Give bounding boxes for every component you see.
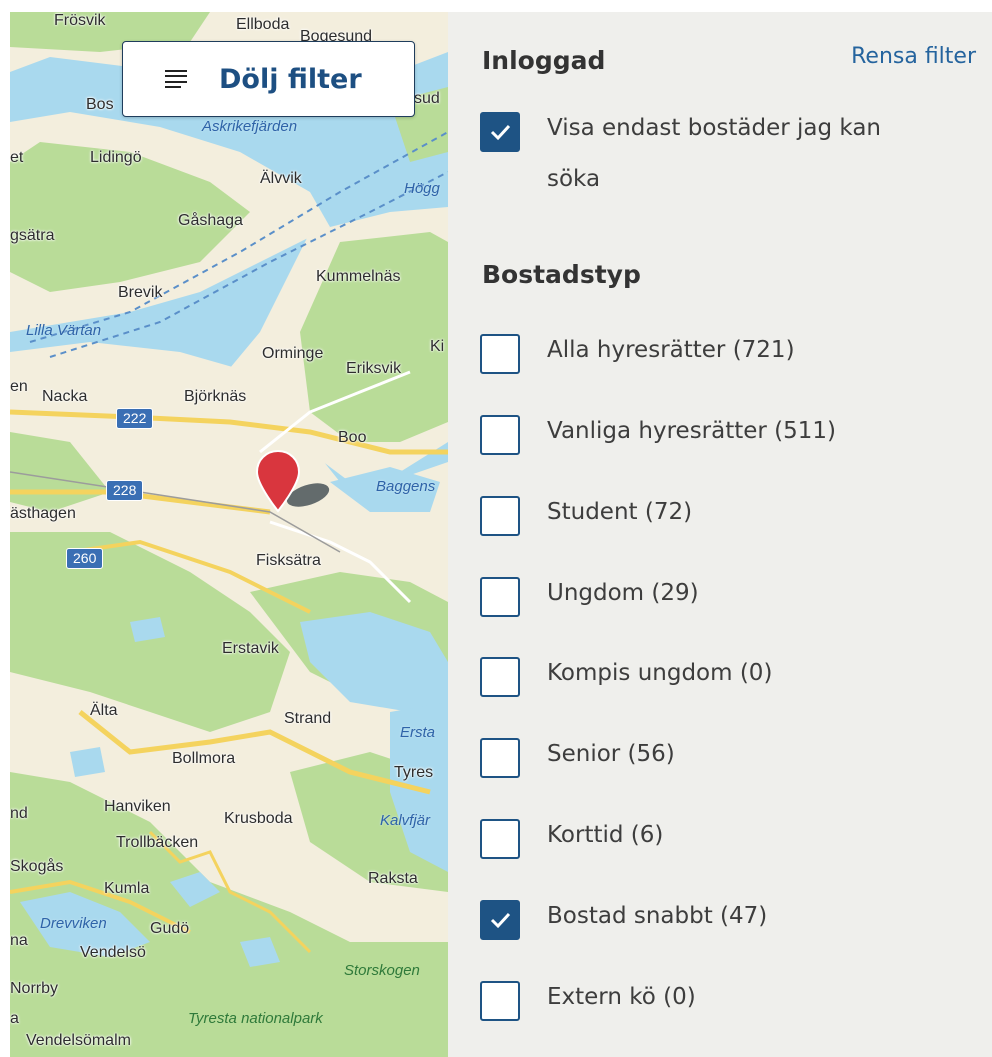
checkbox-label: Alla hyresrätter (721) — [547, 337, 795, 363]
checkmark-icon — [490, 124, 511, 141]
checkbox[interactable] — [480, 415, 520, 455]
clear-filter-link[interactable]: Rensa filter — [851, 44, 976, 69]
map-label: Bos — [86, 96, 114, 113]
checkmark-icon — [490, 912, 511, 929]
map-label: Kumla — [104, 880, 150, 897]
checkbox[interactable] — [480, 334, 520, 374]
map-label: Gudö — [150, 920, 190, 937]
map-label: Vendelsö — [80, 944, 146, 961]
map-label: Kummelnäs — [316, 268, 401, 285]
water-label: Högg — [404, 180, 440, 197]
water-label: Lilla Värtan — [26, 322, 102, 339]
map-label: Frösvik — [54, 12, 106, 29]
hide-filter-button[interactable]: Dölj filter — [122, 41, 415, 117]
map-label: gsätra — [10, 227, 55, 244]
map-label: Vendelsömalm — [26, 1032, 131, 1049]
water-label: Drevviken — [40, 915, 107, 932]
housing-type-title: Bostadstyp — [482, 260, 641, 289]
checkbox-label: Korttid (6) — [547, 822, 664, 848]
map-label: Orminge — [262, 345, 324, 362]
filter-panel: Inloggad Rensa filter Visa endast bostäd… — [448, 12, 992, 1057]
checkbox-label: Vanliga hyresrätter (511) — [547, 418, 837, 444]
map-label: Erstavik — [222, 640, 279, 657]
map-label: Eriksvik — [346, 360, 402, 377]
checkbox[interactable] — [480, 496, 520, 536]
map-label: Tyres — [394, 764, 434, 781]
map-label: nd — [10, 805, 28, 822]
map-label: Trollbäcken — [116, 834, 199, 851]
map-background — [10, 12, 448, 1057]
location-pin-icon[interactable] — [256, 449, 332, 519]
checkbox-label: Kompis ungdom (0) — [547, 660, 773, 686]
checkbox[interactable] — [480, 738, 520, 778]
map-label: Björknäs — [184, 388, 247, 405]
map-label: Boo — [338, 429, 367, 446]
park-label: Storskogen — [344, 962, 420, 979]
map-label: Gåshaga — [178, 212, 243, 229]
checkbox[interactable] — [480, 577, 520, 617]
map-label: Strand — [284, 710, 332, 727]
map-label: et — [10, 149, 24, 166]
map-view[interactable]: Frösvik Ellboda Bogesund Bos sud et Lidi… — [10, 12, 448, 1057]
map-label: en — [10, 378, 28, 395]
map-label: Älta — [90, 702, 118, 719]
map-label: Fisksätra — [256, 552, 321, 569]
map-label: Ki — [430, 338, 445, 355]
map-label: Älvvik — [260, 170, 302, 187]
app-root: Frösvik Ellboda Bogesund Bos sud et Lidi… — [0, 0, 992, 1057]
map-label: sud — [414, 90, 440, 107]
map-label: Raksta — [368, 870, 418, 887]
menu-lines-icon — [165, 70, 187, 88]
road-shield: 260 — [66, 548, 104, 569]
checkbox-label: Student (72) — [547, 499, 693, 525]
water-label: Askrikefjärden — [202, 118, 298, 135]
road-shield: 228 — [106, 480, 144, 501]
checkbox-label: Bostad snabbt (47) — [547, 903, 768, 929]
road-shield: 222 — [116, 408, 154, 429]
map-label: na — [10, 932, 28, 949]
checkbox[interactable] — [480, 112, 520, 152]
map-label: a — [10, 1010, 19, 1027]
checkbox-label: Extern kö (0) — [547, 984, 696, 1010]
park-label: Tyresta nationalpark — [188, 1010, 323, 1027]
map-label: Krusboda — [224, 810, 293, 827]
checkbox-label: Visa endast bostäder jag kan söka — [547, 115, 882, 192]
map-label: Brevik — [118, 284, 163, 301]
water-label: Baggens — [376, 478, 436, 495]
checkbox[interactable] — [480, 819, 520, 859]
map-label: ästhagen — [10, 505, 76, 522]
map-label: Norrby — [10, 980, 59, 997]
map-label: Hanviken — [104, 798, 171, 815]
map-label: Bollmora — [172, 750, 236, 767]
map-label: Nacka — [42, 388, 88, 405]
checkbox[interactable] — [480, 900, 520, 940]
water-label: Kalvfjär — [380, 812, 431, 829]
logged-in-title: Inloggad — [482, 46, 606, 75]
checkbox[interactable] — [480, 981, 520, 1021]
checkbox-label: Senior (56) — [547, 741, 675, 767]
checkbox-label: Ungdom (29) — [547, 580, 699, 606]
map-label: Ellboda — [236, 16, 290, 33]
water-label: Ersta — [400, 724, 436, 741]
map-label: Skogås — [10, 858, 64, 875]
checkbox[interactable] — [480, 657, 520, 697]
map-label: Lidingö — [90, 149, 142, 166]
hide-filter-label: Dölj filter — [219, 63, 362, 95]
